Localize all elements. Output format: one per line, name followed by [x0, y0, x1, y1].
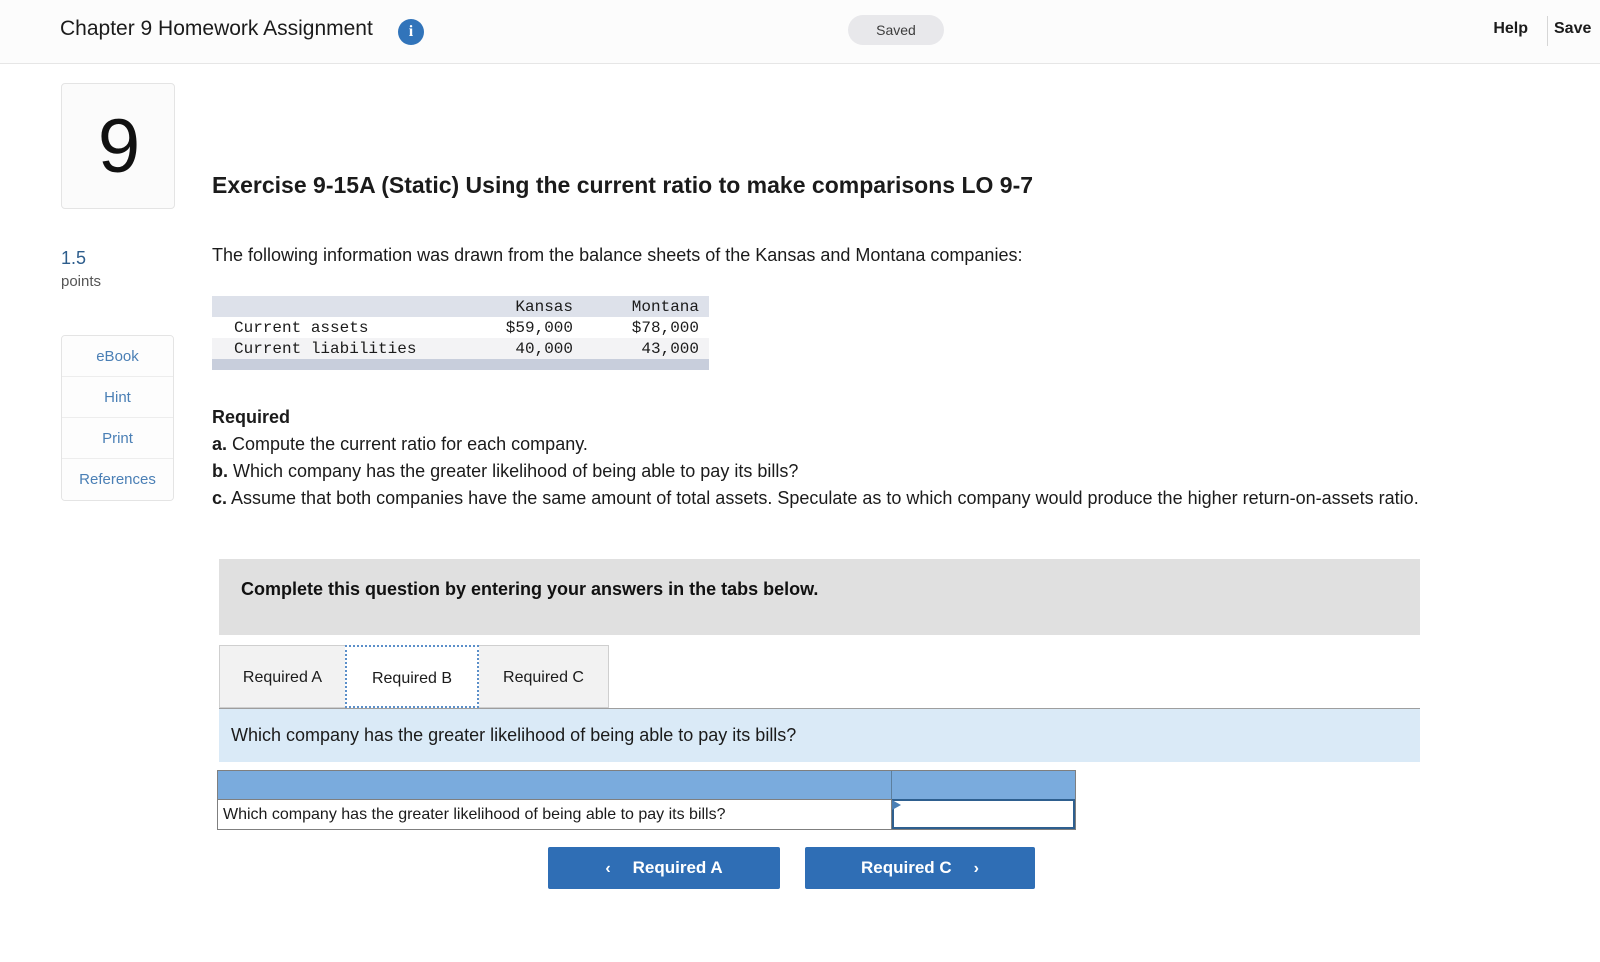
answer-input[interactable]: [894, 801, 1073, 827]
required-section: Required a. Compute the current ratio fo…: [212, 405, 1472, 511]
cell-current-assets-montana: $78,000: [631, 318, 699, 337]
required-item-c-letter: c.: [212, 488, 228, 508]
required-item-b-text: Which company has the greater likelihood…: [233, 461, 799, 481]
row-label-current-liabilities: Current liabilities: [234, 339, 417, 358]
required-item-a-text: Compute the current ratio for each compa…: [232, 434, 588, 454]
table-row: Current assets $59,000 $78,000: [212, 317, 709, 338]
required-item-c: c. Assume that both companies have the s…: [212, 486, 1472, 511]
row-label-current-assets: Current assets: [234, 318, 369, 337]
answer-grid-header-value: [892, 771, 1075, 799]
required-item-b: b. Which company has the greater likelih…: [212, 459, 1472, 484]
column-header-montana: Montana: [631, 297, 699, 316]
question-prompt-text: Which company has the greater likelihood…: [231, 725, 797, 745]
column-header-kansas: Kansas: [515, 297, 573, 316]
selected-cell-marker-icon: [892, 800, 901, 810]
required-item-b-letter: b.: [212, 461, 228, 481]
table-row: Which company has the greater likelihood…: [218, 799, 1075, 829]
hint-button[interactable]: Hint: [62, 377, 173, 418]
answer-grid-header-row: [218, 771, 1075, 799]
next-button-label: Required C: [860, 858, 952, 877]
chevron-right-icon: ›: [973, 860, 979, 877]
references-button[interactable]: References: [62, 459, 173, 500]
previous-required-a-button[interactable]: ‹ Required A: [548, 847, 780, 889]
status-badge: Saved: [848, 15, 944, 45]
required-item-a-letter: a.: [212, 434, 228, 454]
question-number: 9: [97, 104, 141, 189]
question-number-box: 9: [61, 83, 175, 209]
points-value: 1.5: [61, 248, 87, 268]
required-item-a: a. Compute the current ratio for each co…: [212, 432, 1472, 457]
points-label: points: [61, 273, 102, 290]
top-bar: Chapter 9 Homework Assignment i Saved He…: [0, 0, 1600, 64]
exercise-title: Exercise 9-15A (Static) Using the curren…: [212, 172, 1034, 198]
previous-button-label: Required A: [632, 858, 723, 877]
instruction-banner: Complete this question by entering your …: [219, 559, 1420, 635]
table-row: Current liabilities 40,000 43,000: [212, 338, 709, 359]
tab-required-c[interactable]: Required C: [478, 645, 609, 708]
next-required-c-button[interactable]: Required C ›: [805, 847, 1035, 889]
cell-current-assets-kansas: $59,000: [505, 318, 573, 337]
cell-current-liabilities-montana: 43,000: [641, 339, 699, 358]
instruction-banner-text: Complete this question by entering your …: [241, 579, 819, 599]
cell-current-liabilities-kansas: 40,000: [515, 339, 573, 358]
required-item-c-text: Assume that both companies have the same…: [231, 488, 1419, 508]
required-heading: Required: [212, 407, 291, 427]
answer-cell[interactable]: [892, 799, 1075, 829]
answer-grid-header-label: [218, 771, 892, 799]
table-header-row: Kansas Montana: [212, 296, 709, 317]
balance-sheet-table: Kansas Montana Current assets $59,000 $7…: [212, 296, 709, 359]
info-icon[interactable]: i: [398, 19, 424, 45]
column-header-blank: [212, 296, 457, 317]
answer-grid: Which company has the greater likelihood…: [217, 770, 1076, 830]
rail-button-group: eBook Hint Print References: [61, 335, 174, 501]
save-exit-link[interactable]: Save: [1554, 20, 1600, 38]
answer-grid-row-label: Which company has the greater likelihood…: [218, 799, 892, 829]
tab-required-a[interactable]: Required A: [219, 645, 346, 708]
exercise-intro-text: The following information was drawn from…: [212, 245, 1023, 265]
chevron-left-icon: ‹: [605, 860, 611, 877]
divider: [1547, 16, 1548, 46]
table-footer-bar: [212, 359, 709, 370]
help-link[interactable]: Help: [1493, 20, 1528, 38]
ebook-button[interactable]: eBook: [62, 336, 173, 377]
tab-required-b[interactable]: Required B: [345, 645, 479, 708]
print-button[interactable]: Print: [62, 418, 173, 459]
question-prompt-bar: Which company has the greater likelihood…: [219, 708, 1420, 762]
page-title: Chapter 9 Homework Assignment: [60, 17, 373, 40]
